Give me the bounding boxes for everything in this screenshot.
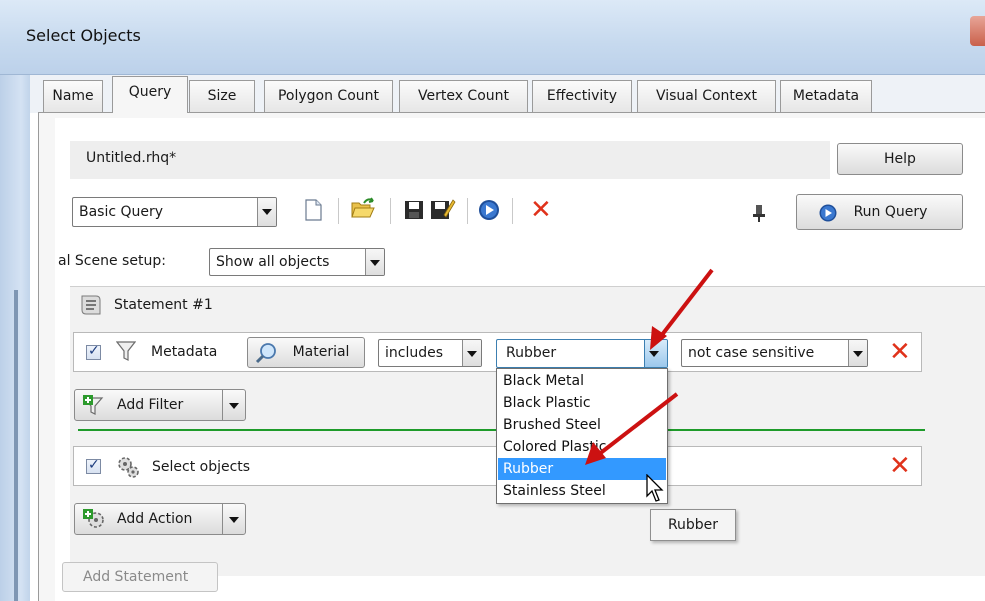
- add-action-icon: [83, 509, 104, 528]
- dropdown-option-brushed-steel[interactable]: Brushed Steel: [498, 414, 666, 436]
- dropdown-option-black-plastic[interactable]: Black Plastic: [498, 392, 666, 414]
- scene-setup-value: Show all objects: [216, 254, 330, 270]
- query-type-select[interactable]: Basic Query: [72, 197, 277, 227]
- chevron-down-icon: [257, 198, 276, 226]
- add-filter-label: Add Filter: [117, 397, 184, 413]
- tab-effectivity[interactable]: Effectivity: [532, 80, 632, 112]
- tab-vertex-count[interactable]: Vertex Count: [399, 80, 528, 112]
- dropdown-option-rubber[interactable]: Rubber: [498, 458, 666, 480]
- delete-icon[interactable]: ✕: [530, 197, 552, 223]
- action-label: Select objects: [152, 459, 251, 475]
- tab-size[interactable]: Size: [189, 80, 255, 112]
- chevron-down-icon: [462, 340, 481, 366]
- help-button[interactable]: Help: [837, 143, 963, 175]
- add-filter-button[interactable]: Add Filter: [74, 389, 246, 421]
- tab-polygon-count[interactable]: Polygon Count: [264, 80, 393, 112]
- dropdown-option-stainless-steel[interactable]: Stainless Steel: [498, 480, 666, 502]
- action-enabled-checkbox[interactable]: [86, 457, 101, 474]
- add-filter-icon: [82, 395, 104, 415]
- run-icon: [819, 204, 837, 222]
- tab-visual-context[interactable]: Visual Context: [637, 80, 776, 112]
- statement-icon: [81, 295, 101, 315]
- pin-icon[interactable]: [752, 204, 766, 222]
- scene-setup-select[interactable]: Show all objects: [209, 248, 385, 276]
- filter-kind-label: Metadata: [151, 344, 218, 360]
- toolbar-separator: [512, 198, 513, 224]
- add-action-menu-toggle[interactable]: [222, 504, 245, 534]
- tooltip: Rubber: [650, 509, 736, 541]
- tab-name[interactable]: Name: [43, 80, 103, 112]
- chevron-down-icon: [229, 517, 239, 523]
- statement-title: Statement #1: [114, 297, 213, 313]
- add-filter-menu-toggle[interactable]: [222, 390, 245, 420]
- material-field-button[interactable]: Material: [247, 337, 365, 368]
- chevron-down-icon: [365, 249, 384, 275]
- material-value: Rubber: [506, 345, 557, 361]
- run-query-button[interactable]: Run Query: [796, 194, 963, 230]
- operator-select[interactable]: includes: [378, 339, 482, 367]
- run-icon[interactable]: [478, 199, 500, 221]
- material-dropdown-list: Black Metal Black Plastic Brushed Steel …: [496, 368, 668, 504]
- filter-funnel-icon: [116, 341, 136, 361]
- add-action-button[interactable]: Add Action: [74, 503, 246, 535]
- query-file-bar: [70, 141, 830, 179]
- filter-enabled-checkbox[interactable]: [86, 343, 101, 360]
- remove-filter-icon[interactable]: ✕: [889, 339, 911, 365]
- save-as-icon[interactable]: [430, 197, 456, 221]
- query-file-name: Untitled.rhq*: [86, 150, 177, 166]
- open-folder-icon[interactable]: [350, 197, 376, 221]
- run-query-label: Run Query: [853, 204, 928, 220]
- toolbar-separator: [390, 198, 391, 224]
- scene-setup-label: al Scene setup:: [58, 253, 166, 269]
- gears-icon: [118, 457, 139, 478]
- add-action-label: Add Action: [117, 511, 193, 527]
- dropdown-option-black-metal[interactable]: Black Metal: [498, 370, 666, 392]
- tab-query[interactable]: Query: [112, 76, 188, 113]
- case-sensitivity-value: not case sensitive: [688, 345, 815, 361]
- new-file-icon[interactable]: [304, 199, 322, 221]
- toolbar-separator: [467, 198, 468, 224]
- operator-value: includes: [385, 345, 444, 361]
- magnifier-icon: [255, 343, 276, 364]
- title-bar: [0, 0, 985, 75]
- material-field-label: Material: [292, 344, 350, 360]
- remove-action-icon[interactable]: ✕: [889, 453, 911, 479]
- chevron-down-icon: [848, 340, 867, 366]
- add-statement-button[interactable]: Add Statement: [62, 562, 218, 592]
- save-icon[interactable]: [404, 200, 424, 220]
- window-title: Select Objects: [26, 26, 141, 45]
- chevron-down-icon: [229, 403, 239, 409]
- tab-metadata[interactable]: Metadata: [780, 80, 872, 112]
- material-value-select[interactable]: Rubber: [496, 339, 668, 368]
- chevron-down-icon: [644, 340, 667, 367]
- query-type-value: Basic Query: [79, 204, 164, 220]
- case-sensitivity-select[interactable]: not case sensitive: [681, 339, 868, 367]
- toolbar-separator: [338, 198, 339, 224]
- close-button[interactable]: [970, 16, 985, 46]
- dropdown-option-colored-plastic[interactable]: Colored Plastic: [498, 436, 666, 458]
- mouse-cursor-icon: [646, 474, 664, 502]
- window-frame-edge: [14, 290, 18, 601]
- add-statement-label: Add Statement: [83, 569, 189, 585]
